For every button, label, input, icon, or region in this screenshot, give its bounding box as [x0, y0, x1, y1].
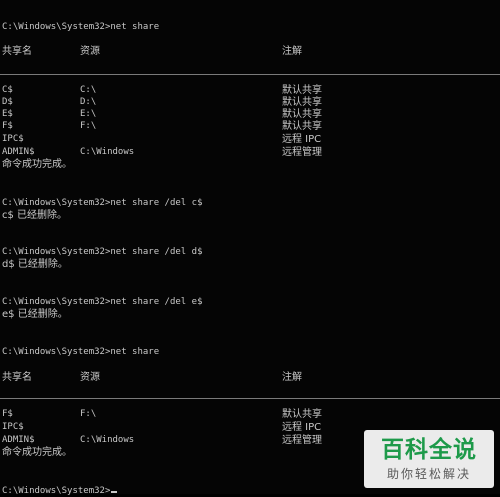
text-cursor: [111, 491, 118, 493]
share-resource-cell: F:\: [80, 409, 97, 419]
watermark-logo: 百科全说 助你轻松解决: [364, 430, 494, 488]
share-remark-cell: 默认共享: [282, 97, 322, 108]
share-resource-cell: F:\: [80, 121, 97, 131]
share-name-cell: ADMIN$: [2, 435, 35, 445]
share-name-cell: F$: [2, 121, 13, 131]
deleted-message-c: c$ 已经删除。: [2, 210, 68, 221]
header-resource: 资源: [80, 372, 100, 383]
share-remark-cell: 默认共享: [282, 409, 322, 420]
share-remark-cell: 远程管理: [282, 435, 322, 446]
share-name-cell: C$: [2, 85, 13, 95]
share-remark-cell: 远程 IPC: [282, 422, 322, 433]
header-remark: 注解: [282, 46, 302, 57]
share-remark-cell: 远程管理: [282, 147, 322, 158]
header-remark: 注解: [282, 372, 302, 383]
share-name-cell: D$: [2, 97, 13, 107]
success-message: 命令成功完成。: [2, 447, 72, 458]
command-line-del-c: C:\Windows\System32>net share /del c$: [2, 198, 203, 208]
share-remark-cell: 远程 IPC: [282, 134, 322, 145]
share-remark-cell: 默认共享: [282, 85, 322, 96]
share-resource-cell: C:\: [80, 85, 97, 95]
header-share-name: 共享名: [2, 372, 32, 383]
success-message: 命令成功完成。: [2, 159, 72, 170]
separator-line: [0, 398, 500, 399]
header-resource: 资源: [80, 46, 100, 57]
header-share-name: 共享名: [2, 46, 32, 57]
separator-line: [0, 74, 500, 75]
share-name-cell: IPC$: [2, 134, 24, 144]
command-line-del-e: C:\Windows\System32>net share /del e$: [2, 297, 203, 307]
watermark-subtitle: 助你轻松解决: [386, 467, 471, 481]
command-prompt[interactable]: C:\Windows\System32>: [2, 486, 118, 497]
prompt-text: C:\Windows\System32>: [2, 486, 111, 496]
share-resource-cell: E:\: [80, 109, 97, 119]
share-name-cell: F$: [2, 409, 13, 419]
watermark-title: 百科全说: [381, 437, 477, 463]
share-name-cell: IPC$: [2, 422, 24, 432]
command-line-net-share: C:\Windows\System32>net share: [2, 347, 160, 357]
share-resource-cell: C:\Windows: [80, 147, 135, 157]
share-remark-cell: 默认共享: [282, 121, 322, 132]
deleted-message-e: e$ 已经删除。: [2, 309, 68, 320]
share-name-cell: ADMIN$: [2, 147, 35, 157]
share-resource-cell: D:\: [80, 97, 97, 107]
deleted-message-d: d$ 已经删除。: [2, 259, 68, 270]
share-name-cell: E$: [2, 109, 13, 119]
command-line-del-d: C:\Windows\System32>net share /del d$: [2, 247, 203, 257]
command-line-net-share: C:\Windows\System32>net share: [2, 22, 160, 32]
console-window[interactable]: C:\Windows\System32>net share 共享名 资源 注解 …: [0, 0, 500, 497]
share-remark-cell: 默认共享: [282, 109, 322, 120]
share-resource-cell: C:\Windows: [80, 435, 135, 445]
